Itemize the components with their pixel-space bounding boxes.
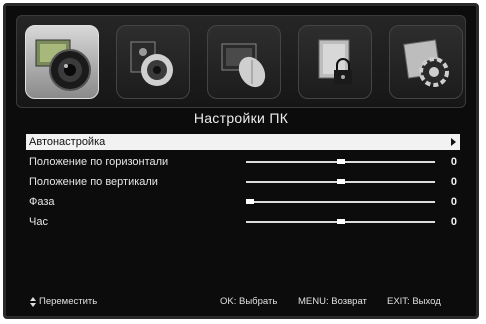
tab-picture[interactable] [25,25,99,99]
h-position-slider[interactable] [246,159,435,164]
tab-setup[interactable] [207,25,281,99]
clock-slider[interactable] [246,219,435,224]
phase-slider[interactable] [246,199,435,204]
menu-item-label: Час [29,216,48,228]
menu-category-bar [16,15,466,108]
clock-value: 0 [450,216,457,228]
footer-menu-hint: MENU: Возврат [298,296,367,307]
h-position-value: 0 [450,156,457,168]
setup-icon [221,43,266,88]
footer-ok-hint: OK: Выбрать [220,296,278,307]
picture-icon [35,39,91,91]
menu-item-label: Положение по вертикали [29,176,158,188]
footer-move-hint: Переместить [39,296,98,307]
v-position-value: 0 [450,176,457,188]
submenu-arrow-icon [451,138,456,146]
footer-exit-hint: EXIT: Выход [387,296,441,307]
v-position-slider[interactable] [246,179,435,184]
up-down-arrows-icon [30,297,36,307]
settings-gear-icon [403,39,449,87]
menu-item-phase[interactable]: Фаза 0 [26,194,460,210]
menu-item-v-position[interactable]: Положение по вертикали 0 [26,174,460,190]
menu-item-clock[interactable]: Час 0 [26,214,460,230]
menu-title: Настройки ПК [193,110,289,126]
menu-item-label: Автонастройка [29,136,106,148]
phase-value: 0 [450,196,457,208]
menu-item-h-position[interactable]: Положение по горизонтали 0 [26,154,460,170]
sound-icon [130,41,173,86]
menu-item-label: Фаза [29,196,55,208]
tab-sound[interactable] [116,25,190,99]
tv-osd-screen: Настройки ПК Автонастройка Положение по … [3,3,479,319]
footer-hint-bar: Переместить OK: Выбрать MENU: Возврат EX… [6,291,476,313]
slider-knob[interactable] [337,159,345,164]
lock-icon [318,39,352,84]
menu-item-auto-adjust[interactable]: Автонастройка [26,134,460,150]
slider-knob[interactable] [337,179,345,184]
menu-item-label: Положение по горизонтали [29,156,169,168]
slider-knob[interactable] [246,199,254,204]
tab-lock[interactable] [298,25,372,99]
tab-settings[interactable] [389,25,463,99]
slider-knob[interactable] [337,219,345,224]
